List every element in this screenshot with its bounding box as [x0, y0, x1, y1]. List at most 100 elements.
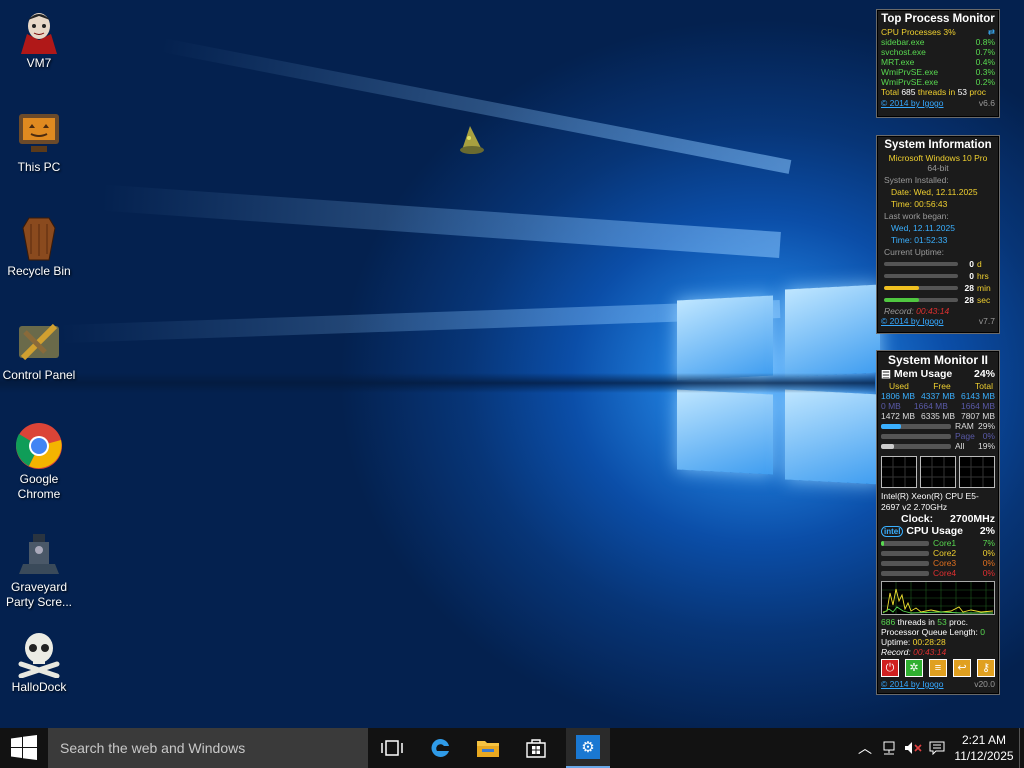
mem-bar-row: RAM 29% [881, 421, 995, 431]
desktop-icon-google-chrome[interactable]: Google Chrome [2, 422, 76, 502]
power-buttons-row: ⏻ ✲ ≡ ↩ ⚷ [881, 659, 995, 677]
desktop-icon-vm7[interactable]: VM7 [2, 6, 76, 71]
last-work-date: Wed, 12.11.2025 [891, 223, 955, 233]
search-box[interactable]: Search the web and Windows [48, 728, 368, 768]
desktop-icon-recycle-bin[interactable]: Recycle Bin [2, 214, 76, 279]
desktop-icon-label: Control Panel [2, 368, 76, 382]
uptime-bar-row: 0d [881, 258, 995, 270]
volume-muted-icon[interactable] [902, 728, 924, 768]
core-bars: Core1 7% Core2 0% Core3 0% Core4 0% [881, 538, 995, 578]
show-hidden-icons-chevron-icon[interactable]: ︿ [854, 728, 876, 768]
desktop-icon-label: Google Chrome [17, 472, 61, 501]
refresh-icon[interactable]: ⇄ [988, 27, 995, 37]
mem-bars: RAM 29% Page 0% All 19% [881, 421, 995, 451]
desktop-icon-hallodock[interactable]: HalloDock [2, 630, 76, 695]
clock-value: 2700MHz [950, 513, 995, 525]
desktop-wallpaper [0, 0, 1024, 728]
gadget-title: Top Process Monitor [881, 13, 995, 25]
mem-usage-label: Mem Usage [893, 368, 953, 380]
desktop-icon-label: This PC [17, 160, 61, 174]
gadget-title: System Monitor II [887, 353, 988, 367]
coffin-bin-icon [15, 214, 63, 262]
credit-link[interactable]: © 2014 by Igogo [881, 679, 944, 689]
desktop-icon-label: HalloDock [11, 680, 67, 694]
credit-link[interactable]: © 2014 by Igogo [881, 316, 944, 326]
clock-date: 11/12/2025 [954, 749, 1014, 763]
cpu-name: Intel(R) Xeon(R) CPU E5-2697 v2 2.70GHz [881, 491, 979, 512]
mem-table-row: 1472 MB 6335 MB 7807 MB [881, 411, 995, 421]
uptime-bar-row: 0 hrs [881, 270, 995, 282]
installed-label: System Installed: [884, 175, 949, 185]
logoff-button[interactable]: ↩ [953, 659, 971, 677]
windows-logo-icon [11, 735, 37, 760]
desktop-icon-control-panel[interactable]: Control Panel [2, 318, 76, 383]
mem-bar-row: Page 0% [881, 431, 995, 441]
cpu-usage-label: CPU Usage [906, 525, 963, 537]
graveyard-icon [15, 530, 63, 578]
edge-icon[interactable] [420, 728, 460, 768]
mem-column-headers: Used Free Total [889, 381, 993, 391]
clock-time: 2:21 AM [961, 733, 1007, 747]
process-list: sidebar.exe 0.8% svchost.exe 0.7% MRT.exe 0.4… [881, 37, 995, 87]
file-explorer-icon[interactable] [468, 728, 508, 768]
uptime-label: Current Uptime: [884, 247, 944, 257]
process-row: MRT.exe 0.4% [881, 57, 995, 67]
clock[interactable]: 2:21 AM 11/12/2025 [952, 728, 1016, 768]
process-row: svchost.exe 0.7% [881, 47, 995, 57]
hibernate-button[interactable]: ≡ [929, 659, 947, 677]
process-row: sidebar.exe 0.8% [881, 37, 995, 47]
process-row: WmiPrvSE.exe 0.3% [881, 67, 995, 77]
process-row: WmiPrvSE.exe 0.2% [881, 77, 995, 87]
system-information-gadget[interactable]: System Information Microsoft Windows 10 … [876, 135, 1000, 334]
cpu-graph-panels [881, 456, 995, 488]
gadget-title: System Information [884, 139, 992, 151]
core-bar-row: Core2 0% [881, 548, 995, 558]
store-icon[interactable] [516, 728, 556, 768]
version-label: v7.7 [978, 316, 995, 326]
core-bar-row: Core1 7% [881, 538, 995, 548]
os-arch: 64-bit [927, 163, 949, 173]
desktop-icon-graveyard-party[interactable]: Graveyard Party Scre... [2, 530, 76, 610]
pumpkin-monitor-icon [15, 110, 63, 158]
top-process-monitor-gadget[interactable]: Top Process Monitor CPU Processes 3% ⇄ si… [876, 9, 1000, 118]
network-icon[interactable] [878, 728, 900, 768]
intel-logo-icon: intel [881, 526, 904, 537]
process-total: Total 685 threads in 53 proc [881, 87, 986, 97]
desktop-icon-label: Graveyard Party Scre... [5, 580, 73, 609]
desktop-icon-label: VM7 [26, 56, 52, 70]
mem-usage-pct: 24% [973, 368, 995, 380]
mem-table-row: 0 MB 1664 MB 1664 MB [881, 401, 995, 411]
show-desktop-button[interactable] [1019, 728, 1024, 768]
mem-table: 1806 MB 4337 MB 6143 MB 0 MB 1664 MB 1664 MB 1… [881, 391, 995, 421]
power-button[interactable]: ⏻ [881, 659, 899, 677]
lock-button[interactable]: ⚷ [977, 659, 995, 677]
core-bar-row: Core4 0% [881, 568, 995, 578]
task-view-icon[interactable] [372, 728, 412, 768]
cpu-history-graph [881, 581, 995, 615]
skull-crossbones-icon [15, 630, 63, 679]
uptime-bar-row: 28 sec [881, 294, 995, 306]
uptime: Uptime: 00:28:28 [881, 637, 946, 647]
version-label: v20.0 [974, 679, 995, 689]
mem-bar-row: All 19% [881, 441, 995, 451]
control-panel-icon [15, 318, 63, 366]
memory-chip-icon: ▤ [881, 368, 891, 380]
system-monitor-gadget[interactable]: System Monitor II ▤ Mem Usage 24% Used Fr… [876, 350, 1000, 695]
os-name: Microsoft Windows 10 Pro [888, 153, 988, 163]
threads-summary: 686 threads in 53 proc. [881, 617, 968, 627]
version-label: v6.6 [978, 98, 995, 108]
taskbar: Search the web and Windows ⚙ ︿ 2:21 AM 1… [0, 728, 1024, 768]
last-work-label: Last work began: [884, 211, 949, 221]
restart-button[interactable]: ✲ [905, 659, 923, 677]
credit-link[interactable]: © 2014 by Igogo [881, 98, 944, 108]
installed-date: Date: Wed, 12.11.2025 [891, 187, 978, 197]
start-button[interactable] [0, 728, 48, 768]
uptime-bar-row: 28 min [881, 282, 995, 294]
desktop-icon-label: Recycle Bin [7, 264, 71, 278]
uptime-bars: 0 d 0 hrs 28 min 28 sec [881, 258, 995, 306]
witch-hat-icon [460, 126, 484, 154]
settings-icon[interactable]: ⚙ [566, 728, 610, 768]
queue-length: Processor Queue Length: 0 [881, 627, 985, 637]
action-center-icon[interactable] [926, 728, 948, 768]
desktop-icon-this-pc[interactable]: This PC [2, 110, 76, 175]
